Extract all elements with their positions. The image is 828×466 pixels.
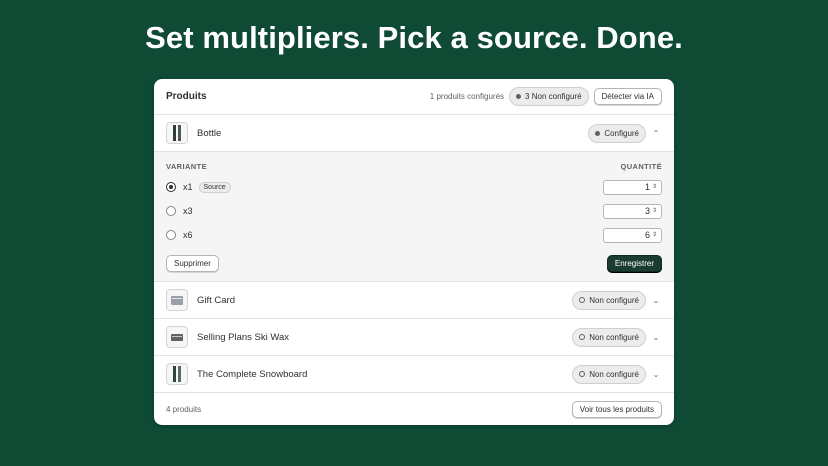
chevron-down-icon[interactable]: ⌄ xyxy=(650,333,662,342)
chevron-down-icon[interactable]: ⌄ xyxy=(650,370,662,379)
card-header: Produits 1 produits configurés 3 Non con… xyxy=(154,79,674,115)
detect-ai-button[interactable]: Détecter via IA xyxy=(593,88,662,105)
save-button[interactable]: Enregistrer xyxy=(606,255,662,272)
products-card: Produits 1 produits configurés 3 Non con… xyxy=(154,79,674,425)
variant-label: x3 xyxy=(183,206,193,216)
view-all-products-button[interactable]: Voir tous les produits xyxy=(571,400,662,418)
status-dot-icon xyxy=(516,94,522,99)
card-title: Produits xyxy=(166,91,207,102)
not-configured-badge: 3 Non configuré xyxy=(509,87,589,106)
status-badge: Configuré xyxy=(588,123,646,143)
status-dot-icon xyxy=(579,334,586,340)
quantity-header: QUANTITÉ xyxy=(620,162,662,171)
status-badge-label: Non configuré xyxy=(589,295,639,305)
product-name: The Complete Snowboard xyxy=(197,368,308,380)
chevron-down-icon[interactable]: ⌄ xyxy=(650,296,662,305)
product-thumbnail xyxy=(166,363,188,385)
variant-actions: Supprimer Enregistrer xyxy=(166,255,662,272)
variant-table-header: VARIANTE QUANTITÉ xyxy=(166,162,662,171)
status-badge-label: Configuré xyxy=(604,128,639,138)
variant-row: x6 6 ⇕ xyxy=(166,223,662,247)
product-thumbnail xyxy=(166,326,188,348)
status-dot-icon xyxy=(579,371,586,377)
quantity-value: 3 xyxy=(644,206,650,216)
status-badge-label: Non configuré xyxy=(589,369,639,379)
variant-row: x1 Source 1 ⇕ xyxy=(166,175,662,199)
status-dot-icon xyxy=(579,297,586,303)
not-configured-badge-label: 3 Non configuré xyxy=(525,92,582,101)
card-footer: 4 produits Voir tous les produits xyxy=(154,393,674,425)
status-badge-label: Non configuré xyxy=(589,332,639,342)
product-name: Gift Card xyxy=(197,294,236,306)
product-row-snowboard[interactable]: The Complete Snowboard Non configuré ⌄ xyxy=(154,356,674,393)
variant-label: x6 xyxy=(183,230,193,240)
product-row-bottle[interactable]: Bottle Configuré ⌃ xyxy=(154,115,674,152)
product-row-gift-card[interactable]: Gift Card Non configuré ⌄ xyxy=(154,282,674,319)
quantity-value: 6 xyxy=(644,230,650,240)
variant-label: x1 xyxy=(183,182,193,192)
page-headline: Set multipliers. Pick a source. Done. xyxy=(145,20,683,55)
product-name: Selling Plans Ski Wax xyxy=(197,331,290,343)
variant-header: VARIANTE xyxy=(166,162,207,171)
quantity-input[interactable]: 1 ⇕ xyxy=(603,179,662,195)
product-thumbnail xyxy=(166,122,188,144)
status-badge: Non configuré xyxy=(572,364,646,384)
stepper-icon[interactable]: ⇕ xyxy=(652,208,657,214)
variant-editor: VARIANTE QUANTITÉ x1 Source 1 ⇕ x3 3 ⇕ x… xyxy=(154,152,674,282)
delete-button[interactable]: Supprimer xyxy=(166,255,219,272)
variant-radio[interactable] xyxy=(166,182,176,192)
products-count: 4 produits xyxy=(166,404,202,414)
product-thumbnail xyxy=(166,289,188,311)
configured-count: 1 produits configurés xyxy=(429,92,505,101)
stepper-icon[interactable]: ⇕ xyxy=(652,232,657,238)
product-row-ski-wax[interactable]: Selling Plans Ski Wax Non configuré ⌄ xyxy=(154,319,674,356)
status-badge: Non configuré xyxy=(572,327,646,347)
quantity-input[interactable]: 6 ⇕ xyxy=(603,227,662,243)
status-dot-icon xyxy=(595,130,601,136)
stepper-icon[interactable]: ⇕ xyxy=(652,184,657,190)
quantity-value: 1 xyxy=(644,182,650,192)
status-badge: Non configuré xyxy=(572,290,646,310)
product-name: Bottle xyxy=(197,127,222,139)
variant-radio[interactable] xyxy=(166,206,176,216)
quantity-input[interactable]: 3 ⇕ xyxy=(603,203,662,219)
variant-radio[interactable] xyxy=(166,230,176,240)
variant-row: x3 3 ⇕ xyxy=(166,199,662,223)
chevron-up-icon[interactable]: ⌃ xyxy=(650,129,662,138)
source-badge: Source xyxy=(198,181,231,193)
